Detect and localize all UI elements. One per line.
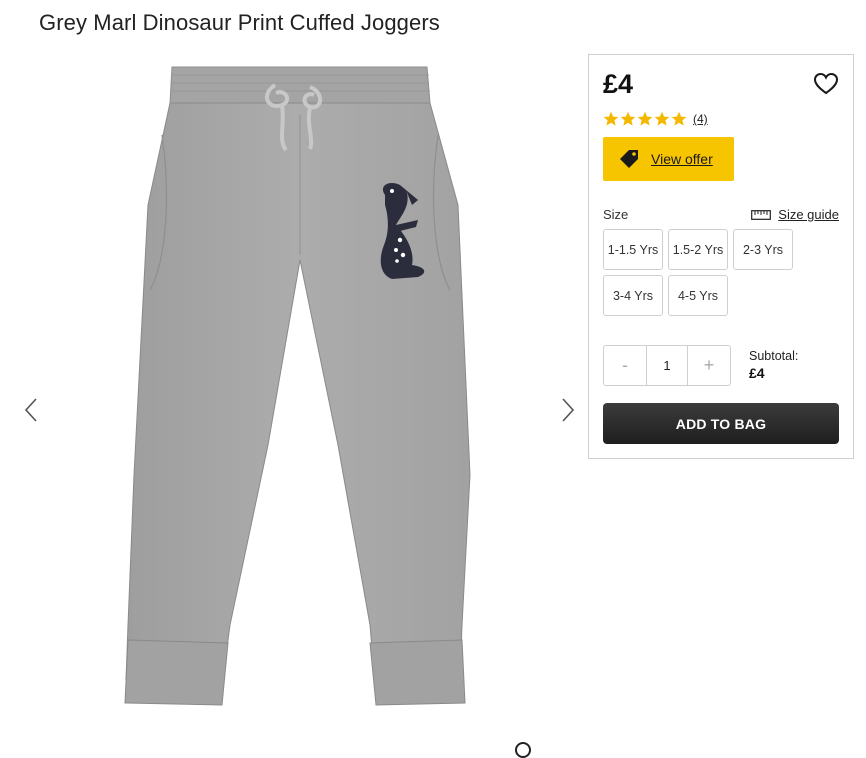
size-option[interactable]: 1.5-2 Yrs: [668, 229, 728, 270]
page-title: Grey Marl Dinosaur Print Cuffed Joggers: [39, 10, 440, 35]
star-icon: [654, 111, 670, 126]
price-tag-icon: [620, 150, 638, 168]
heart-outline-icon: [813, 72, 839, 95]
gallery-next-button[interactable]: [555, 395, 579, 425]
product-gallery: [0, 55, 585, 750]
chevron-right-icon: [562, 398, 575, 422]
rating: (4): [603, 111, 708, 127]
gallery-prev-button[interactable]: [20, 395, 44, 425]
size-option[interactable]: 2-3 Yrs: [733, 229, 793, 270]
add-to-bag-button[interactable]: ADD TO BAG: [603, 403, 839, 444]
review-count-link[interactable]: (4): [693, 112, 708, 126]
zoom-icon[interactable]: [515, 742, 531, 758]
size-guide-label: Size guide: [778, 207, 839, 222]
size-option[interactable]: 1-1.5 Yrs: [603, 229, 663, 270]
subtotal: Subtotal: £4: [749, 349, 798, 381]
star-icon: [671, 111, 687, 126]
subtotal-value: £4: [749, 365, 765, 381]
size-label: Size: [603, 207, 629, 222]
size-option[interactable]: 4-5 Yrs: [668, 275, 728, 316]
star-icon: [637, 111, 653, 126]
purchase-panel: £4 (4) View offer Size Size guide 1-1.5 …: [588, 54, 854, 459]
view-offer-label: View offer: [651, 151, 713, 167]
size-option[interactable]: 3-4 Yrs: [603, 275, 663, 316]
ruler-icon: [751, 209, 772, 220]
quantity-input[interactable]: 1: [646, 346, 688, 385]
quantity-increase-button[interactable]: +: [688, 346, 730, 385]
quantity-decrease-button[interactable]: -: [604, 346, 646, 385]
product-image: [124, 66, 471, 706]
subtotal-label: Subtotal:: [749, 349, 799, 363]
size-guide-link[interactable]: Size guide: [751, 207, 839, 222]
chevron-left-icon: [24, 398, 37, 422]
star-rating: [603, 111, 687, 127]
star-icon: [603, 111, 619, 126]
quantity-stepper: - 1 +: [603, 345, 731, 386]
wishlist-button[interactable]: [813, 72, 839, 96]
view-offer-button[interactable]: View offer: [603, 137, 734, 181]
price: £4: [603, 69, 634, 99]
size-options: 1-1.5 Yrs 1.5-2 Yrs 2-3 Yrs 3-4 Yrs 4-5 …: [603, 229, 843, 316]
star-icon: [620, 111, 636, 126]
